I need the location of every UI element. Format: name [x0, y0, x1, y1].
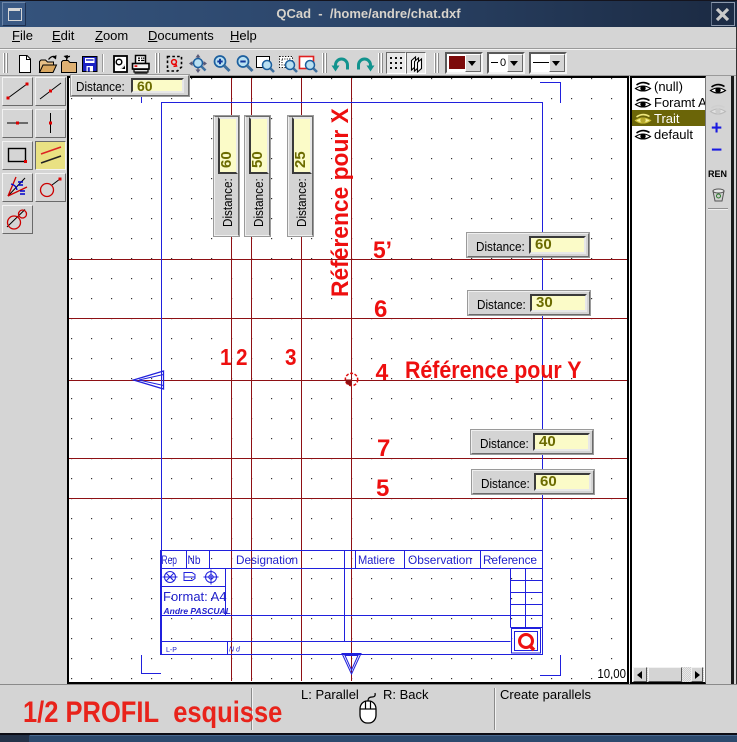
svg-text:N d: N d [229, 647, 241, 654]
svg-text:Matiere: Matiere [358, 553, 395, 567]
svg-text:Designation: Designation [236, 553, 298, 567]
svg-text:Reference: Reference [483, 553, 537, 567]
svg-text:Andre PASCUAL: Andre PASCUAL [163, 606, 231, 616]
svg-text:Observation: Observation [408, 553, 472, 567]
svg-text:L-P: L-P [166, 647, 177, 654]
svg-text:Format: A4: Format: A4 [163, 589, 227, 604]
svg-text:Nb: Nb [188, 553, 201, 567]
svg-text:Rep: Rep [162, 553, 178, 567]
